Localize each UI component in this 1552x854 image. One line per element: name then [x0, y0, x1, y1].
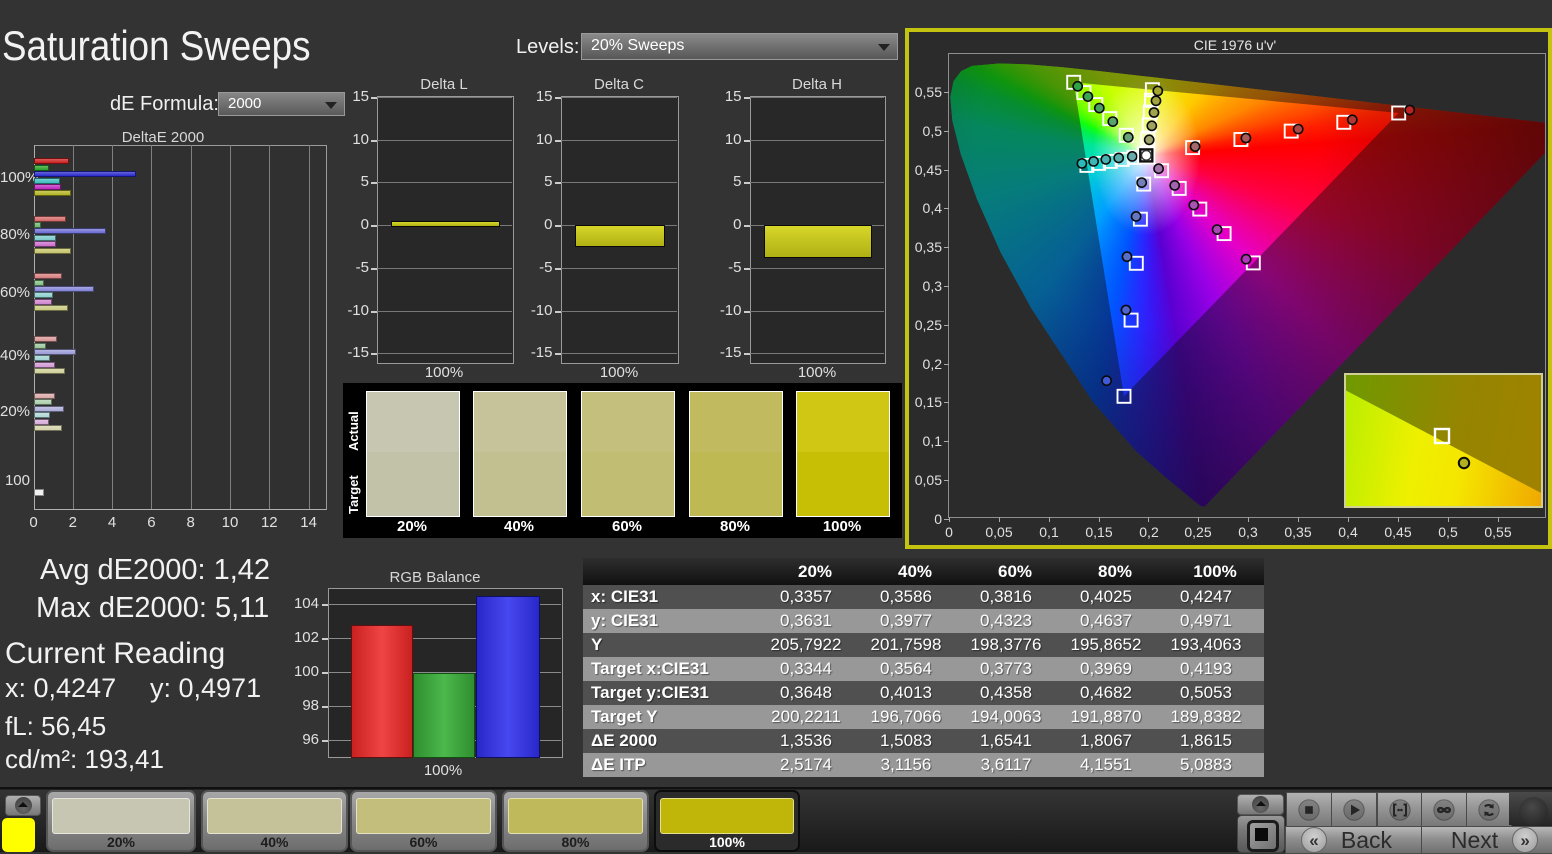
svg-text:Actual: Actual [346, 411, 361, 451]
svg-text:Target: Target [346, 475, 361, 514]
